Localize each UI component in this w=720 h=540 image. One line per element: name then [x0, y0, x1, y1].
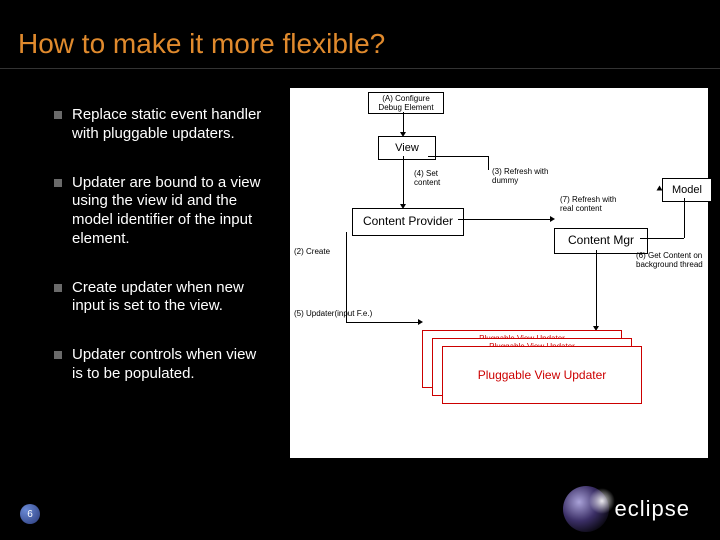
bullet-marker-icon: [54, 179, 62, 187]
refresh-dummy-label: (3) Refresh with dummy: [492, 168, 552, 186]
page-number: 6: [27, 509, 33, 520]
model-box: Model: [662, 178, 712, 202]
logo-text: eclipse: [615, 496, 690, 522]
bullet-text: Updater controls when view is to be popu…: [72, 346, 264, 384]
arrow-head-icon: [418, 319, 423, 325]
create-label: (2) Create: [294, 248, 338, 257]
bullet-marker-icon: [54, 111, 62, 119]
arrow: [458, 219, 552, 220]
bullet-text: Updater are bound to a view using the vi…: [72, 174, 264, 249]
bullet-list: Replace static event handler with plugga…: [54, 106, 264, 414]
arrow-head-icon: [657, 186, 663, 191]
get-content-bg-label: (6) Get Content on background thread: [636, 252, 706, 270]
eclipse-logo: eclipse: [563, 486, 690, 532]
slide: How to make it more flexible? Replace st…: [0, 0, 720, 540]
content-mgr-box: Content Mgr: [554, 228, 648, 254]
list-item: Updater controls when view is to be popu…: [54, 346, 264, 384]
arrow: [428, 156, 488, 157]
arrow: [488, 156, 489, 170]
set-content-label: (4) Set content: [414, 170, 454, 188]
updater-input-label: (5) Updater(input F.e.): [294, 310, 384, 319]
flare-icon: [589, 488, 615, 514]
arrow: [684, 198, 685, 238]
page-title: How to make it more flexible?: [18, 28, 385, 60]
config-input-box: (A) Configure Debug Element: [368, 92, 444, 114]
bullet-text: Replace static event handler with plugga…: [72, 106, 264, 144]
arrow: [596, 250, 597, 328]
page-number-badge: 6: [20, 504, 40, 524]
arrow-head-icon: [550, 216, 555, 222]
bullet-text: Create updater when new input is set to …: [72, 279, 264, 317]
bullet-marker-icon: [54, 351, 62, 359]
refresh-real-label: (7) Refresh with real content: [560, 196, 626, 214]
bullet-marker-icon: [54, 284, 62, 292]
list-item: Updater are bound to a view using the vi…: [54, 174, 264, 249]
pluggable-updater-box-front: Pluggable View Updater: [442, 346, 642, 404]
list-item: Create updater when new input is set to …: [54, 279, 264, 317]
eclipse-orb-icon: [563, 486, 609, 532]
list-item: Replace static event handler with plugga…: [54, 106, 264, 144]
arrow: [403, 156, 404, 206]
arrow: [346, 322, 420, 323]
title-rule: [0, 68, 720, 69]
content-provider-box: Content Provider: [352, 208, 464, 236]
diagram: (A) Configure Debug Element View (4) Set…: [290, 88, 708, 458]
arrow: [403, 112, 404, 134]
arrow: [640, 238, 684, 239]
